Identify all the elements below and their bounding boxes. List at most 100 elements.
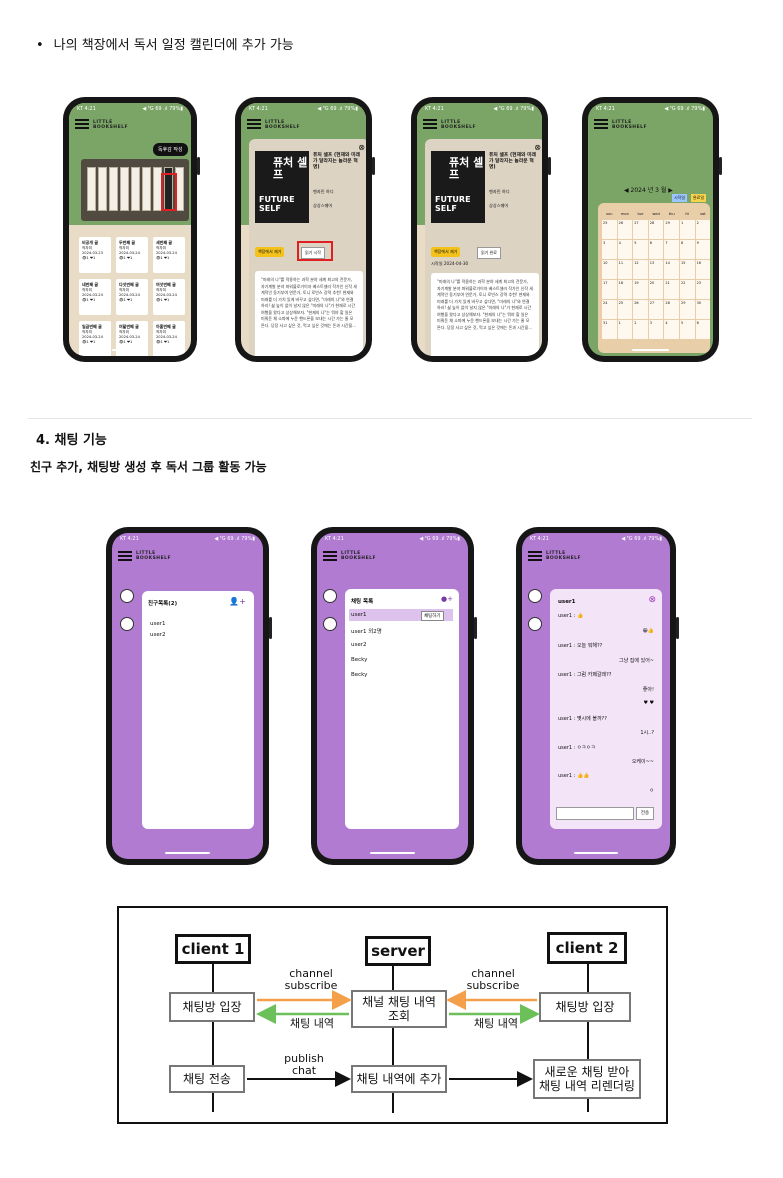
review-card[interactable]: 아홉번째 글 작자미 2024-03-24 👁1 ❤1 bbox=[153, 321, 185, 356]
chat-rooms-panel: 채팅 목록 ●+ user1 채팅하기 user1 외2명 user2 Beck… bbox=[345, 589, 459, 829]
write-review-button[interactable]: 독후감 작성 bbox=[153, 143, 188, 156]
calendar-day[interactable]: 8 bbox=[679, 240, 695, 259]
book-spine[interactable] bbox=[120, 167, 129, 211]
room-item[interactable]: user1 외2명 bbox=[351, 627, 382, 635]
book-title: 퓨처 셀프 (현재와 미래가 달라지는 놀라운 혁명) bbox=[313, 153, 360, 170]
calendar-day[interactable]: 22 bbox=[679, 280, 695, 299]
calendar-day[interactable]: 11 bbox=[617, 260, 633, 279]
calendar-day[interactable]: 18 bbox=[617, 280, 633, 299]
book-spine[interactable] bbox=[98, 167, 107, 211]
message-input[interactable] bbox=[556, 807, 634, 820]
friend-item[interactable]: user1 bbox=[150, 621, 166, 627]
calendar-day[interactable]: 24 bbox=[602, 300, 617, 319]
book-spine[interactable] bbox=[87, 167, 96, 211]
phone-friends: KT 4:21 ◀ ⁵G 69 .ıl 79%▮ LITTLE BOOKSHELF … bbox=[106, 527, 272, 865]
calendar-day[interactable]: 29 bbox=[679, 300, 695, 319]
friends-title: 친구목록(2) bbox=[148, 601, 178, 607]
calendar-day[interactable]: 26 bbox=[617, 220, 633, 239]
calendar-day[interactable]: 29 bbox=[664, 220, 679, 239]
calendar-day[interactable]: 21 bbox=[664, 280, 679, 299]
add-friend-icon[interactable]: 👤+ bbox=[229, 597, 246, 606]
friends-icon[interactable] bbox=[120, 589, 134, 603]
calendar-day[interactable]: 6 bbox=[648, 240, 664, 259]
chat-message: 그냥 집에 있어~ bbox=[619, 657, 654, 664]
friends-icon[interactable] bbox=[323, 589, 337, 603]
calendar-day[interactable]: 3 bbox=[602, 240, 617, 259]
calendar-day[interactable]: 26 bbox=[633, 300, 648, 319]
close-icon[interactable]: ⊗ bbox=[648, 595, 656, 605]
menu-icon[interactable] bbox=[423, 119, 437, 129]
calendar-day[interactable]: 12 bbox=[633, 260, 648, 279]
calendar-day[interactable]: 1 bbox=[679, 220, 695, 239]
room-item[interactable]: Becky bbox=[351, 672, 367, 678]
calendar-day[interactable]: 2 bbox=[695, 220, 711, 239]
review-card[interactable]: 다섯번째 글 작자미 2024-03-24 👁1 ❤1 bbox=[116, 279, 148, 315]
close-icon[interactable]: ⊗ bbox=[534, 143, 541, 152]
phone-chat-room: KT 4:21 ◀ ⁵G 69 .ıl 79%▮ LITTLE BOOKSHELF … bbox=[516, 527, 679, 865]
calendar-day[interactable]: 13 bbox=[648, 260, 664, 279]
room-user: user1 bbox=[558, 599, 576, 605]
book-spine[interactable] bbox=[142, 167, 151, 211]
room-item[interactable]: Becky bbox=[351, 657, 367, 663]
friends-icon[interactable] bbox=[528, 589, 542, 603]
remove-from-shelf-button[interactable]: 책장에서 제거 bbox=[255, 247, 285, 257]
calendar-day[interactable]: 25 bbox=[602, 220, 617, 239]
review-card[interactable]: 세번째 글 작자미 2024-03-24 👁1 ❤1 bbox=[153, 237, 185, 273]
finish-reading-button[interactable]: 읽기 완료 bbox=[477, 247, 501, 259]
calendar-day[interactable]: 4 bbox=[664, 320, 679, 339]
calendar-day[interactable]: 27 bbox=[633, 220, 648, 239]
menu-icon[interactable] bbox=[323, 551, 337, 561]
app-logo: LITTLE BOOKSHELF bbox=[265, 120, 301, 130]
calendar-day[interactable]: 17 bbox=[602, 280, 617, 299]
remove-from-shelf-button[interactable]: 책장에서 제거 bbox=[431, 247, 461, 257]
month-navigator[interactable]: ◀ 2024 년 3 월 ▶ bbox=[624, 185, 673, 194]
calendar-day[interactable]: 16 bbox=[695, 260, 711, 279]
calendar-day[interactable]: 6 bbox=[695, 320, 711, 339]
review-card[interactable]: 네번째 글 작자미 2024-03-24 👁1 ❤1 bbox=[79, 279, 111, 315]
calendar-day[interactable]: 14 bbox=[664, 260, 679, 279]
calendar-day[interactable]: 3 bbox=[648, 320, 664, 339]
calendar-day[interactable]: 10 bbox=[602, 260, 617, 279]
new-chat-icon[interactable]: ●+ bbox=[441, 595, 453, 603]
review-card[interactable]: 두번째 글 작자미 2024-03-24 👁1 ❤1 bbox=[116, 237, 148, 273]
calendar-day[interactable]: 5 bbox=[633, 240, 648, 259]
review-card[interactable]: 여섯번째 글 작자미 2024-03-24 👁1 ❤1 bbox=[153, 279, 185, 315]
calendar-day[interactable]: 20 bbox=[648, 280, 664, 299]
menu-icon[interactable] bbox=[118, 551, 132, 561]
calendar-day[interactable]: 5 bbox=[679, 320, 695, 339]
room-item[interactable]: user1 bbox=[351, 612, 367, 618]
send-button[interactable]: 전송 bbox=[636, 807, 654, 820]
calendar-day[interactable]: 28 bbox=[648, 220, 664, 239]
calendar-day[interactable]: 4 bbox=[617, 240, 633, 259]
calendar-day[interactable]: 19 bbox=[633, 280, 648, 299]
room-item[interactable]: user2 bbox=[351, 642, 367, 648]
book-spine[interactable] bbox=[131, 167, 140, 211]
chat-icon[interactable] bbox=[528, 617, 542, 631]
calendar-day[interactable]: 2 bbox=[633, 320, 648, 339]
diagram-arrows bbox=[247, 990, 540, 1087]
calendar-day[interactable]: 28 bbox=[664, 300, 679, 319]
review-card[interactable]: 비공개 글 작자미 2024-03-23 👁1 ❤1 bbox=[79, 237, 111, 273]
chat-message: user1 : 오늘 뭐해?? bbox=[558, 643, 603, 649]
calendar-day[interactable]: 7 bbox=[664, 240, 679, 259]
calendar-day[interactable]: 9 bbox=[695, 240, 711, 259]
calendar-day[interactable]: 30 bbox=[695, 300, 711, 319]
review-card[interactable]: 일곱번째 글 작자미 2024-03-24 👁1 ❤1 bbox=[79, 321, 111, 356]
chat-icon[interactable] bbox=[120, 617, 134, 631]
close-icon[interactable]: ⊗ bbox=[358, 143, 365, 152]
calendar-day[interactable]: 23 bbox=[695, 280, 711, 299]
start-chat-button[interactable]: 채팅하기 bbox=[421, 611, 444, 621]
menu-icon[interactable] bbox=[528, 551, 542, 561]
menu-icon[interactable] bbox=[594, 119, 608, 129]
book-cover: 퓨처 셀프 FUTURE SELF bbox=[255, 151, 309, 223]
chat-icon[interactable] bbox=[323, 617, 337, 631]
friend-item[interactable]: user2 bbox=[150, 632, 166, 638]
calendar-day[interactable]: 31 bbox=[602, 320, 617, 339]
calendar-day[interactable]: 25 bbox=[617, 300, 633, 319]
calendar-day[interactable]: 15 bbox=[679, 260, 695, 279]
menu-icon[interactable] bbox=[247, 119, 261, 129]
calendar-day[interactable]: 1 bbox=[617, 320, 633, 339]
book-spine[interactable] bbox=[109, 167, 118, 211]
menu-icon[interactable] bbox=[75, 119, 89, 129]
calendar-day[interactable]: 27 bbox=[648, 300, 664, 319]
